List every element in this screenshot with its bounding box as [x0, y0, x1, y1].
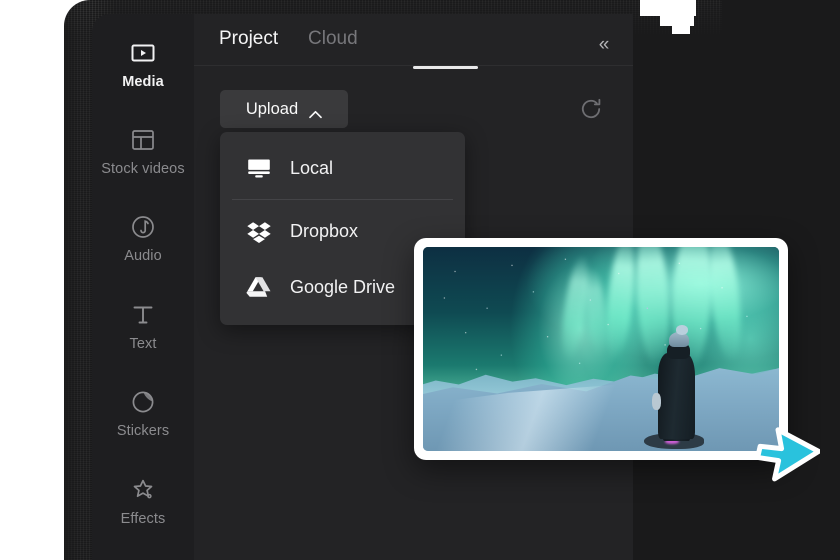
sidebar-item-audio[interactable]: Audio — [92, 214, 194, 264]
dropbox-icon — [246, 218, 272, 244]
app-screenshot: Media Stock videos Audio Text Stickers E… — [0, 0, 840, 560]
refresh-icon[interactable] — [578, 96, 604, 122]
sidebar-item-label: Effects — [120, 511, 166, 527]
dropdown-item-label: Local — [290, 157, 334, 178]
upload-button[interactable]: Upload — [220, 90, 348, 128]
dropdown-item-local[interactable]: Local — [220, 140, 465, 196]
panel-tab-bar: Project Cloud « — [194, 14, 633, 66]
person-pompom — [676, 325, 688, 335]
chevron-double-left-icon[interactable]: « — [591, 34, 617, 56]
top-cutout — [640, 0, 696, 16]
top-cutout-b — [660, 16, 694, 26]
dragged-media-thumbnail[interactable] — [414, 238, 788, 460]
sidebar-item-label: Media — [122, 74, 164, 90]
sidebar-item-media[interactable]: Media — [92, 40, 194, 90]
sidebar-item-label: Stock videos — [101, 161, 185, 177]
tab-project[interactable]: Project — [219, 28, 278, 50]
dropdown-item-label: Dropbox — [290, 220, 359, 241]
audio-note-icon — [130, 214, 156, 240]
sidebar-item-label: Text — [129, 336, 157, 352]
sticker-circle-icon — [130, 389, 156, 415]
sidebar-item-text[interactable]: Text — [92, 302, 194, 352]
text-t-icon — [130, 302, 156, 328]
sidebar-item-stock-videos[interactable]: Stock videos — [92, 127, 194, 177]
sidebar-item-effects[interactable]: Effects — [92, 477, 194, 527]
sidebar-rail: Media Stock videos Audio Text Stickers E… — [92, 14, 194, 560]
sidebar-item-label: Audio — [124, 248, 162, 264]
monitor-icon — [246, 155, 272, 181]
google-drive-icon — [246, 274, 272, 300]
person-glove — [651, 392, 662, 411]
dropdown-divider — [232, 199, 453, 200]
sidebar-item-label: Stickers — [116, 423, 170, 439]
effects-star-icon — [130, 477, 156, 503]
upload-button-label: Upload — [245, 99, 299, 118]
sidebar-item-stickers[interactable]: Stickers — [92, 389, 194, 439]
active-tab-underline — [413, 66, 478, 69]
aurora-photo — [423, 247, 779, 451]
layout-grid-icon — [130, 127, 156, 153]
tab-cloud[interactable]: Cloud — [308, 28, 358, 50]
chevron-up-icon — [309, 105, 322, 118]
dropdown-item-label: Google Drive — [290, 276, 396, 297]
top-cutout-c — [672, 26, 690, 34]
media-play-rectangle-icon — [130, 40, 156, 66]
person-jacket — [657, 353, 696, 439]
